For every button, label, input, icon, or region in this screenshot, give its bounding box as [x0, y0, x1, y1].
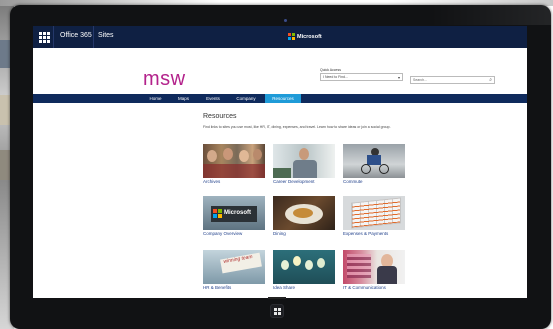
chevron-down-icon: ▾	[397, 75, 400, 80]
tile-label: Company Overview	[203, 231, 243, 236]
man-office-photo-icon	[273, 144, 335, 178]
resources-heading: Resources	[203, 113, 237, 120]
microsoft-squares-icon	[288, 33, 295, 40]
tile-company-overview[interactable]: Microsoft Company Overview	[203, 196, 265, 236]
tile-commute[interactable]: Commute	[343, 144, 405, 184]
winning-team-photo-icon: winning team	[203, 250, 265, 284]
woman-headset-photo-icon	[343, 250, 405, 284]
nav-item-events[interactable]: Events	[199, 94, 227, 103]
search-placeholder: Search...	[413, 78, 428, 82]
microsoft-sign-photo-icon: Microsoft	[203, 196, 265, 230]
tile-label: Career Development	[273, 179, 315, 184]
tile-hr-benefits[interactable]: winning team HR & Benefits	[203, 250, 265, 290]
tile-expenses-payments[interactable]: Expenses & Payments	[343, 196, 405, 236]
microsoft-logo: Microsoft	[288, 33, 322, 40]
site-logo[interactable]: msw	[143, 68, 186, 91]
lightbulbs-photo-icon	[273, 250, 335, 284]
nav-item-resources[interactable]: Resources	[265, 94, 301, 103]
search-input[interactable]: Search... ⌕	[410, 76, 495, 84]
tablet-screen: Office 365 Sites Microsoft msw Quick Acc…	[33, 26, 527, 298]
tile-it-communications[interactable]: IT & Communications	[343, 250, 405, 290]
cyclist-photo-icon	[343, 144, 405, 178]
top-navigation: Home Maps Events Company Resources	[33, 94, 527, 103]
sites-link[interactable]: Sites	[98, 32, 114, 39]
screen-bottom-edge	[268, 297, 286, 299]
microsoft-wordmark: Microsoft	[297, 33, 322, 40]
search-icon[interactable]: ⌕	[489, 77, 492, 83]
tile-career-development[interactable]: Career Development	[273, 144, 335, 184]
quick-access-label: Quick Access	[320, 68, 342, 72]
nav-item-maps[interactable]: Maps	[171, 94, 196, 103]
tile-label: Commute	[343, 179, 363, 184]
food-photo-icon	[273, 196, 335, 230]
app-launcher-icon[interactable]	[37, 30, 51, 44]
tile-label: IT & Communications	[343, 285, 386, 290]
spreadsheet-photo-icon	[343, 196, 405, 230]
quick-access-value: I Need to Find...	[323, 75, 348, 79]
quick-access-dropdown[interactable]: I Need to Find... ▾	[320, 73, 403, 81]
tile-label: Archives	[203, 179, 221, 184]
nav-item-company[interactable]: Company	[230, 94, 262, 103]
tile-label: Dining	[273, 231, 286, 236]
windows-home-button[interactable]	[270, 304, 284, 318]
tile-label: Idea Share	[273, 285, 296, 290]
tile-dining[interactable]: Dining	[273, 196, 335, 236]
camera-icon	[284, 19, 287, 22]
resources-description: Find links to sites you use most, like H…	[203, 125, 391, 129]
office-suite-bar: Office 365 Sites Microsoft	[33, 26, 527, 48]
nav-item-home[interactable]: Home	[143, 94, 168, 103]
people-photo-icon	[203, 144, 265, 178]
tile-label: HR & Benefits	[203, 285, 232, 290]
tile-label: Expenses & Payments	[343, 231, 389, 236]
tile-idea-share[interactable]: Idea Share	[273, 250, 335, 290]
quick-access: Quick Access I Need to Find... ▾	[320, 68, 403, 81]
windows-logo-icon	[274, 308, 281, 315]
tile-archives[interactable]: Archives	[203, 144, 265, 184]
office365-link[interactable]: Office 365	[60, 32, 92, 39]
